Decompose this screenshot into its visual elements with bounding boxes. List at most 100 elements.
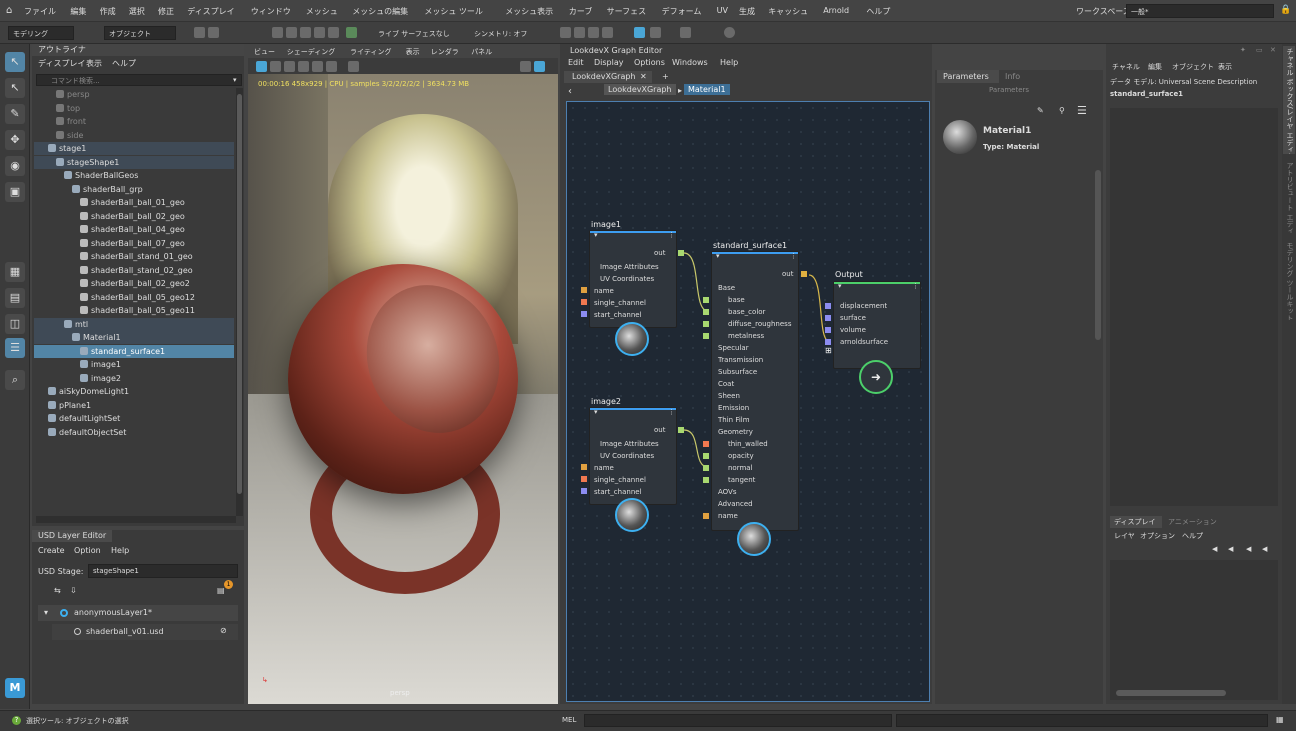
layer-new-icon[interactable]: ◀ — [1246, 545, 1251, 553]
graph-canvas[interactable]: image1 ▾ ⋮ out Image Attributes UV Coordi… — [566, 101, 930, 702]
outliner-row[interactable]: aiSkyDomeLight1 — [34, 385, 234, 398]
paint-select-icon[interactable]: ✎ — [5, 104, 25, 124]
layer-new-selected-icon[interactable]: ◀ — [1262, 545, 1267, 553]
outliner-layout-icon[interactable]: ☰ — [5, 338, 25, 358]
single-view-icon[interactable]: ▦ — [5, 262, 25, 282]
snap-point-icon[interactable] — [300, 27, 311, 38]
usd-stage-select[interactable]: stageShape1 — [88, 564, 238, 578]
pin-icon[interactable]: ⚲ — [1059, 106, 1065, 115]
port-surface-input[interactable] — [703, 309, 709, 315]
usd-sublayer-row[interactable]: shaderball_v01.usd ⊘ — [52, 624, 238, 640]
pause-icon[interactable] — [680, 27, 691, 38]
port-output-input[interactable] — [825, 327, 831, 333]
port-surface-input[interactable] — [703, 513, 709, 519]
channel-menu-layer[interactable]: レイヤ — [1114, 531, 1135, 541]
make-live-icon[interactable] — [346, 27, 357, 38]
play-icon[interactable] — [650, 27, 661, 38]
node-output[interactable]: ▾ ⋮ displacement surface volume arnoldsurfac… — [833, 281, 921, 369]
graph-menu-item[interactable]: Edit — [568, 58, 584, 67]
outliner-row[interactable]: image1 — [34, 358, 234, 371]
lights-icon[interactable] — [326, 61, 337, 72]
snap-grid-icon[interactable] — [272, 27, 283, 38]
viewport-menu-item[interactable]: パネル — [471, 47, 492, 57]
scale-tool-icon[interactable]: ▣ — [5, 182, 25, 202]
port-image2-single[interactable] — [581, 476, 587, 482]
usd-menu-create[interactable]: Create — [38, 546, 65, 555]
outliner-row[interactable]: shaderBall_ball_01_geo — [34, 196, 234, 209]
home-icon[interactable]: ⌂ — [6, 5, 12, 16]
viewport-menu-item[interactable]: シェーディング — [287, 47, 336, 57]
graph-menu-item[interactable]: Display — [594, 58, 624, 67]
port-surface-input[interactable] — [703, 441, 709, 447]
menu-item[interactable]: カーブ — [569, 6, 593, 17]
select-mode-icon[interactable] — [194, 27, 205, 38]
menu-item[interactable]: メッシュ ツール — [424, 6, 483, 17]
add-port-icon[interactable]: ⊞ — [825, 346, 832, 355]
port-image2-start[interactable] — [581, 488, 587, 494]
usd-layer-name[interactable]: anonymousLayer1* — [74, 608, 152, 617]
select-tool-icon[interactable]: ↖ — [5, 52, 25, 72]
back-arrow-icon[interactable]: ‹ — [568, 86, 572, 97]
menu-item[interactable]: ヘルプ — [866, 6, 890, 17]
usd-load-layer-icon[interactable]: ⇩ — [70, 586, 77, 595]
mute-icon[interactable]: ⊘ — [220, 626, 227, 635]
outliner-row[interactable]: image2 — [34, 372, 234, 385]
node-image2-header[interactable]: ▾ ⋮ — [590, 408, 676, 420]
snap-view-icon[interactable] — [314, 27, 325, 38]
outliner-row[interactable]: shaderBall_ball_05_geo12 — [34, 291, 234, 304]
usd-menu-option[interactable]: Option — [74, 546, 101, 555]
usd-layer-row[interactable]: ▾ anonymousLayer1* — [38, 605, 238, 621]
snap-curve-icon[interactable] — [286, 27, 297, 38]
menu-icon[interactable]: ☰ — [1077, 104, 1087, 117]
viewport-menu-item[interactable]: レンダラ — [431, 47, 459, 57]
render-icon[interactable] — [560, 27, 571, 38]
attr-menu-edit[interactable]: 編集 — [1148, 62, 1162, 72]
outliner-row[interactable]: top — [34, 102, 234, 115]
layer-move-icon[interactable]: ◀ — [1228, 545, 1233, 553]
history-icon[interactable] — [724, 27, 735, 38]
outliner-menu-help[interactable]: ヘルプ — [112, 58, 136, 69]
move-tool-icon[interactable]: ✥ — [5, 130, 25, 150]
port-image1-name[interactable] — [581, 287, 587, 293]
outliner-row[interactable]: mtl — [34, 317, 234, 331]
maya-logo-icon[interactable]: M — [5, 678, 25, 698]
outliner-row[interactable]: persp — [34, 88, 234, 101]
outliner-hscroll[interactable] — [36, 516, 236, 523]
attr-menu-object[interactable]: オブジェクト — [1172, 62, 1214, 72]
outliner-row[interactable]: defaultLightSet — [34, 412, 234, 425]
outliner-row[interactable]: side — [34, 129, 234, 142]
outliner-row[interactable]: defaultObjectSet — [34, 426, 234, 439]
crumb-root[interactable]: LookdevXGraph — [604, 84, 676, 95]
usd-menu-help[interactable]: Help — [111, 546, 129, 555]
outliner-scrollbar[interactable] — [236, 88, 243, 516]
menu-item[interactable]: 編集 — [70, 6, 86, 17]
menu-item[interactable]: ディスプレイ — [187, 6, 234, 17]
menu-item[interactable]: メッシュ表示 — [505, 6, 553, 17]
menu-item[interactable]: 作成 — [100, 6, 116, 17]
menu-item[interactable]: ファイル — [24, 6, 56, 17]
component-mode-icon[interactable] — [208, 27, 219, 38]
node-image1[interactable]: ▾ ⋮ out Image Attributes UV Coordinates n… — [589, 230, 677, 328]
layer-move-icon[interactable]: ◀ — [1212, 545, 1217, 553]
side-tab-channel-box[interactable]: チャネル ボックス/レイヤ エディタ — [1283, 46, 1295, 154]
side-tab-modeling-toolkit[interactable]: モデリング ツールキット — [1283, 240, 1295, 320]
menu-item[interactable]: 選択 — [129, 6, 145, 17]
smooth-shade-icon[interactable] — [298, 61, 309, 72]
outliner-row[interactable]: shaderBall_ball_05_geo11 — [34, 304, 234, 317]
outliner-row[interactable]: shaderBall_ball_02_geo2 — [34, 277, 234, 290]
crumb-current[interactable]: Material1 — [684, 84, 730, 95]
outliner-menu-display[interactable]: ディスプレイ — [38, 58, 85, 69]
outliner-row[interactable]: standard_surface1 — [34, 344, 234, 358]
pin-icon[interactable]: ✦ — [1240, 46, 1246, 54]
viewport-menu-item[interactable]: ビュー — [254, 47, 275, 57]
port-surface-input[interactable] — [703, 297, 709, 303]
params-scrollbar[interactable] — [1095, 170, 1101, 340]
isolate-icon[interactable] — [520, 61, 531, 72]
add-tab-icon[interactable]: + — [662, 72, 669, 81]
graph-menu-item[interactable]: Windows — [672, 58, 708, 67]
menu-item[interactable]: 修正 — [158, 6, 174, 17]
port-output-input[interactable] — [825, 339, 831, 345]
port-surface-input[interactable] — [703, 321, 709, 327]
viewport-menu-item[interactable]: ライティング — [350, 47, 391, 57]
outliner-row[interactable]: Material1 — [34, 331, 234, 344]
